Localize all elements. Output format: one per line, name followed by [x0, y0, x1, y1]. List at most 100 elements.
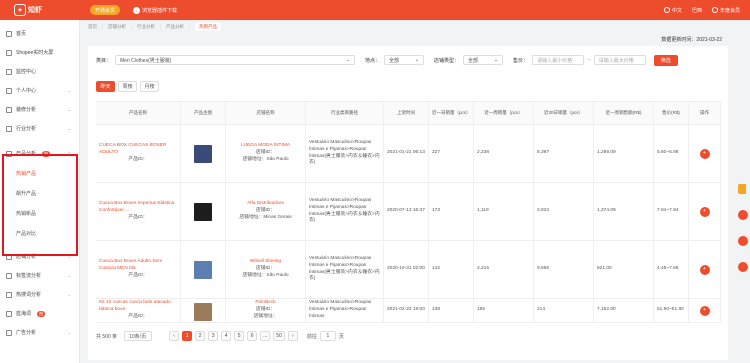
region-switch[interactable]: 巴西 — [692, 7, 702, 14]
column-header[interactable]: 售价(R$) — [654, 102, 689, 124]
month-sales-cell: 9,558 — [534, 241, 594, 298]
product-name-link[interactable]: Kit 10 cuecas cueca balo atacado fabrica… — [99, 300, 177, 314]
tab-month[interactable]: 月榜 — [140, 80, 159, 92]
favorite-button[interactable]: + — [699, 264, 710, 275]
sidebar-item-label: 行业分析 — [16, 126, 37, 132]
sidebar-item-realtime[interactable]: Shopee实时大屏 — [0, 43, 79, 62]
globe-icon — [663, 7, 670, 13]
table-row: Cueca Box Boxer Imperius Elástica Confor… — [96, 183, 721, 241]
product-id-label: 产品ID： — [128, 156, 148, 162]
next-page-button[interactable]: › — [287, 331, 298, 341]
page-button[interactable]: 4 — [221, 331, 232, 341]
bell-icon[interactable] — [738, 210, 748, 220]
column-header: 操作 — [689, 102, 721, 124]
shop-type-select[interactable]: 全部 ⌄ — [463, 55, 504, 65]
product-name-link[interactable]: Cueca Box Boxer Adulto Sem Costura MEN b… — [99, 259, 177, 273]
location-value: 全部 — [389, 57, 400, 64]
category-path-cell: Vestuário Masculino>Roupas Íntimas e Pij… — [306, 183, 384, 240]
shop-name-link[interactable]: PoloBeck — [255, 300, 275, 307]
breadcrumb-item[interactable]: 行业分析 — [137, 24, 155, 30]
shop-cell: PoloBeck 店铺ID： 店铺地址： — [226, 299, 306, 322]
column-header[interactable]: 上架时间 — [384, 102, 429, 124]
shop-location: 店铺地址：São Paulo — [242, 156, 289, 162]
shop-name-link[interactable]: Alfa Distribuidora — [247, 201, 284, 208]
sidebar-item-ads[interactable]: 广告分析 ⌄ — [0, 323, 79, 342]
chevron-down-icon: ⌄ — [67, 107, 71, 112]
goto-input[interactable]: 1 — [319, 331, 336, 341]
breadcrumb-item[interactable]: 首页 — [88, 24, 97, 30]
week-revenue-cell: 7,162.00 — [594, 299, 654, 322]
page-button[interactable]: 50 — [273, 331, 285, 341]
product-thumbnail[interactable] — [194, 144, 212, 163]
category-select[interactable]: Men Clothes(男士服装) ⌄ — [115, 55, 356, 65]
plugin-label: 浏览器插件下载 — [142, 7, 178, 14]
sidebar-item-decoration[interactable]: 装修分析 ⌄ — [0, 100, 79, 119]
tab-week[interactable]: 周榜 — [118, 80, 137, 92]
product-name-link[interactable]: Cueca Box Boxer Imperius Elástica Confor… — [99, 201, 177, 215]
page-ellipsis[interactable]: ... — [260, 331, 271, 341]
product-thumbnail[interactable] — [194, 260, 212, 279]
vip-button[interactable]: 开通会员 — [90, 5, 121, 15]
listing-date-cell: 2020-07-13 16:37 — [384, 183, 429, 240]
logo-text: 知虾 — [28, 7, 42, 14]
logo[interactable]: ✦ 知虾 — [0, 0, 56, 20]
sidebar-item-blue-ocean[interactable]: 蓝海词热 — [0, 304, 79, 323]
favorite-button[interactable]: + — [699, 148, 710, 159]
sidebar-item-label: 广告分析 — [16, 330, 37, 336]
price-cell: 5.60~5.98 — [654, 125, 689, 182]
chat-icon[interactable] — [738, 236, 748, 246]
price-label: 售价： — [513, 57, 529, 64]
sidebar-item-personal[interactable]: 个人中心 ⌄ — [0, 81, 79, 100]
page-button[interactable]: 3 — [208, 331, 219, 341]
favorite-button[interactable]: + — [699, 206, 710, 217]
column-header[interactable]: 近一周销售额(R$) — [594, 102, 654, 124]
location-select[interactable]: 全部 ⌄ — [384, 55, 425, 65]
breadcrumb-current[interactable]: 热销产品 — [195, 23, 221, 31]
price-cell: 4.45~7.68 — [654, 241, 689, 298]
crown-icon — [711, 7, 718, 13]
member-badge[interactable]: 年度会员 — [711, 7, 740, 14]
product-thumbnail[interactable] — [194, 202, 212, 221]
sidebar-item-industry[interactable]: 行业分析 ⌄ — [0, 119, 79, 138]
plugin-download-button[interactable]: ↓ 浏览器插件下载 — [128, 5, 182, 15]
price-max-input[interactable]: 请输入最大价格 — [593, 55, 646, 65]
column-header[interactable]: 近一日销量（pcs） — [429, 102, 474, 124]
shop-name-link[interactable]: Wilsell Shining — [250, 259, 281, 266]
page-size-select[interactable]: 10条/页 — [124, 331, 153, 341]
filter-button[interactable]: 筛选 — [653, 54, 678, 66]
breadcrumb-item[interactable]: 产品分析 — [166, 24, 184, 30]
sidebar-item-keywords[interactable]: 热搜词分析 ⌄ — [0, 285, 79, 304]
price-min-input[interactable]: 请输入最小价格 — [532, 55, 585, 65]
price-cell: 7.94~7.94 — [654, 183, 689, 240]
favorite-button[interactable]: + — [699, 305, 710, 316]
region-label: 巴西 — [691, 7, 702, 14]
day-sales-cell: 173 — [429, 183, 474, 240]
sidebar-item-home[interactable]: 首页 — [0, 24, 79, 43]
support-icon[interactable] — [738, 262, 748, 272]
logo-icon: ✦ — [14, 4, 26, 16]
page-button[interactable]: 1 — [182, 331, 193, 341]
sidebar-item-tag[interactable]: 标签流分析 ⌄ — [0, 266, 79, 285]
tab-yesterday[interactable]: 昨天 — [96, 80, 115, 92]
page-button[interactable]: 5 — [234, 331, 245, 341]
product-thumbnail[interactable] — [194, 303, 212, 321]
column-header[interactable]: 近30日销量（pcs） — [534, 102, 594, 124]
column-header: 店铺名称 — [226, 102, 306, 124]
shop-name-link[interactable]: LUEGA MODA ÍNTIMA — [241, 143, 290, 150]
product-image-cell — [181, 183, 226, 240]
prev-page-button[interactable]: ‹ — [169, 331, 180, 341]
language-switch[interactable]: 中文 — [663, 7, 682, 14]
column-header: 产品主图 — [181, 102, 226, 124]
breadcrumb-item[interactable]: 店铺分析 — [108, 24, 126, 30]
page-button[interactable]: 6 — [247, 331, 258, 341]
week-sales-cell: 2,238 — [474, 125, 534, 182]
column-header[interactable]: 近一周销量（pcs） — [474, 102, 534, 124]
sidebar-item-monitor[interactable]: 监控中心 — [0, 62, 79, 81]
feedback-tab-icon[interactable] — [738, 184, 746, 194]
update-time-value: 2021-03-22 — [696, 37, 722, 43]
chevron-down-icon: ⌄ — [345, 57, 351, 63]
action-cell: + — [689, 299, 721, 322]
sidebar-item-label: 个人中心 — [16, 88, 37, 94]
page-button[interactable]: 2 — [195, 331, 206, 341]
product-name-link[interactable]: CUECA BOX CUECAS BOXER ADULTO — [99, 143, 177, 157]
